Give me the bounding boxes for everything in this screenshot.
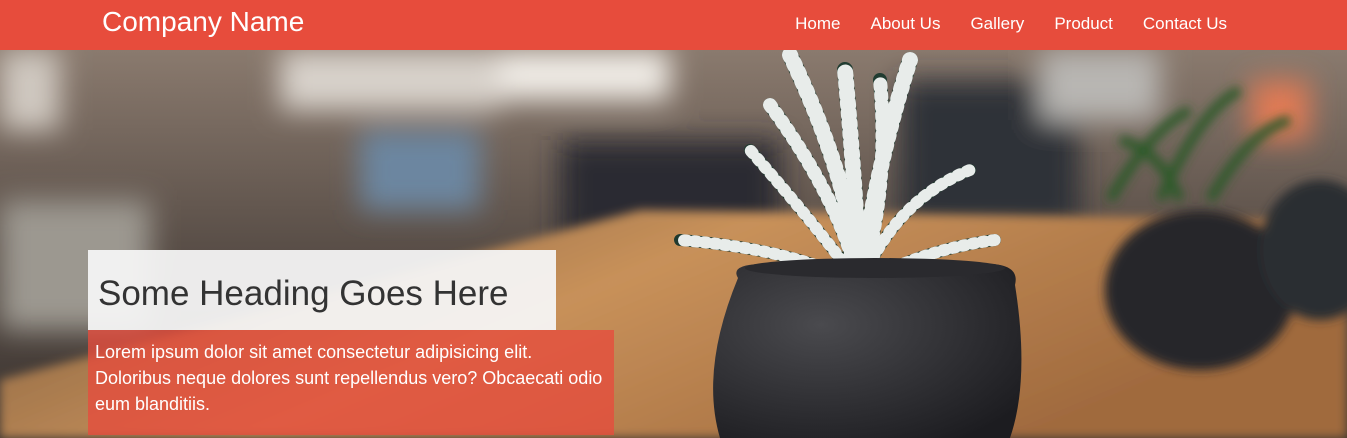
plant-pot: [713, 264, 1022, 438]
hero-paragraph: Lorem ipsum dolor sit amet consectetur a…: [95, 342, 603, 414]
nav-link-product[interactable]: Product: [1054, 14, 1113, 34]
nav-link-gallery[interactable]: Gallery: [970, 14, 1024, 34]
hero-section: Some Heading Goes Here Lorem ipsum dolor…: [0, 50, 1347, 438]
hero-heading-box: Some Heading Goes Here: [88, 250, 556, 330]
hero-heading: Some Heading Goes Here: [98, 274, 509, 313]
hero-paragraph-box: Lorem ipsum dolor sit amet consectetur a…: [88, 330, 614, 435]
nav-link-about-us[interactable]: About Us: [871, 14, 941, 34]
brand-logo-link[interactable]: Company Name: [102, 6, 304, 38]
nav-link-home[interactable]: Home: [795, 14, 840, 34]
nav-link-contact-us[interactable]: Contact Us: [1143, 14, 1227, 34]
top-navbar: Company Name Home About Us Gallery Produ…: [0, 0, 1347, 50]
nav-links: Home About Us Gallery Product Contact Us: [795, 14, 1227, 34]
